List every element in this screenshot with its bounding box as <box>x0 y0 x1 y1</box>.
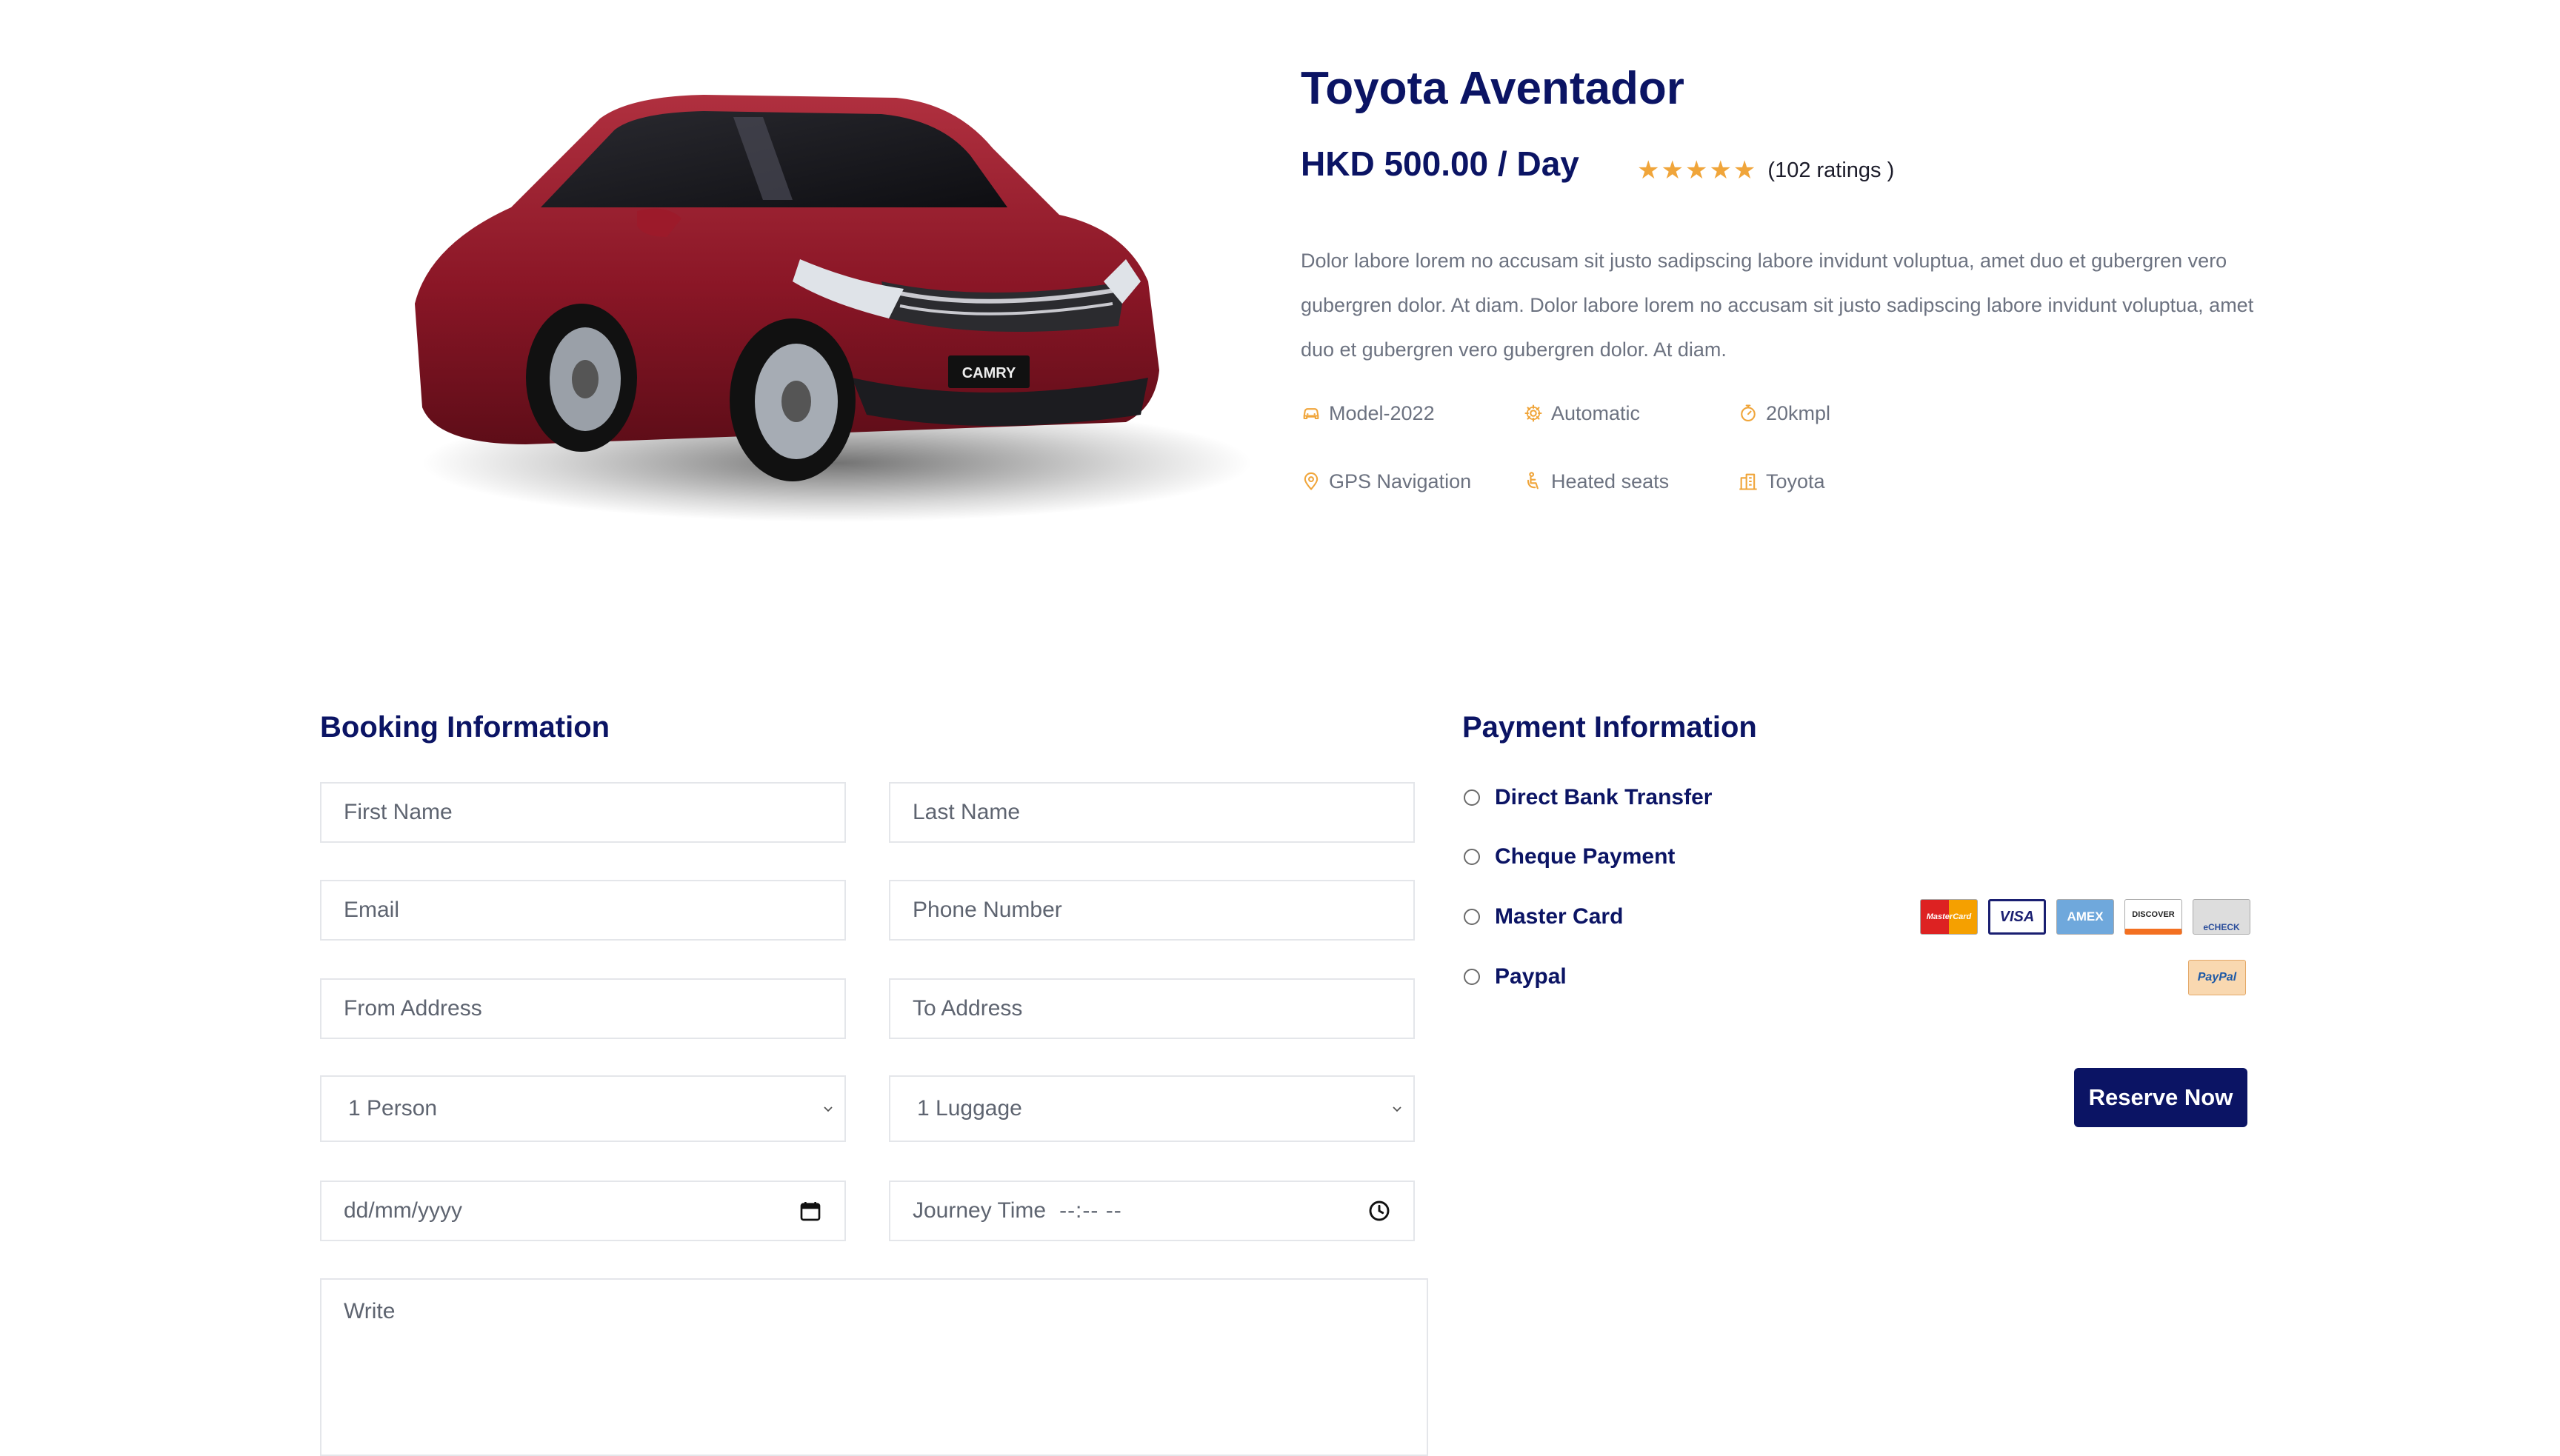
notes-textarea[interactable]: Write <box>320 1278 1428 1456</box>
notes-placeholder: Write <box>344 1299 396 1323</box>
to-address-field[interactable]: To Address <box>889 978 1415 1039</box>
license-plate-text: CAMRY <box>962 365 1016 381</box>
journey-date-field[interactable]: dd/mm/yyyy <box>320 1181 846 1241</box>
paypal-logo: PayPal <box>2188 960 2246 995</box>
feature-label: Heated seats <box>1551 470 1670 492</box>
rating: ★★★★★ (102 ratings ) <box>1637 156 1894 185</box>
seat-icon <box>1527 472 1539 490</box>
chevron-down-icon <box>1393 1106 1401 1112</box>
from-address-field[interactable]: From Address <box>320 978 846 1039</box>
payment-option-master-card[interactable]: Master Card <box>1464 904 1623 929</box>
feature-label: Model-2022 <box>1329 401 1435 424</box>
discover-logo: DISCOVER <box>2124 899 2182 935</box>
clock-icon[interactable] <box>1367 1199 1391 1223</box>
first-name-field[interactable]: First Name <box>320 782 846 843</box>
car-image: CAMRY <box>319 59 1267 548</box>
visa-logo: VISA <box>1988 899 2046 935</box>
feature-label: Automatic <box>1551 401 1641 424</box>
product-description: Dolor labore lorem no accusam sit justo … <box>1301 250 2254 361</box>
payment-option-cheque[interactable]: Cheque Payment <box>1464 844 1675 869</box>
building-icon <box>1739 473 1757 490</box>
feature-model: Model-2022 <box>1301 398 1523 428</box>
map-pin-icon <box>1304 472 1319 490</box>
radio-button[interactable] <box>1464 789 1480 806</box>
payment-option-paypal[interactable]: Paypal <box>1464 964 1567 989</box>
last-name-field[interactable]: Last Name <box>889 782 1415 843</box>
feature-brand: Toyota <box>1738 467 1960 496</box>
journey-time-label: Journey Time <box>913 1198 1047 1223</box>
luggage-select[interactable]: 1 Luggage <box>889 1075 1415 1142</box>
feature-heated-seats: Heated seats <box>1523 467 1738 496</box>
chevron-down-icon <box>824 1106 833 1112</box>
card-logos: MasterCard VISA AMEX DISCOVER eCHECK <box>1920 899 2250 935</box>
payment-option-label: Direct Bank Transfer <box>1495 785 1713 809</box>
star-rating-icons: ★★★★★ <box>1637 156 1758 184</box>
to-address-placeholder: To Address <box>913 996 1023 1021</box>
feature-gps: GPS Navigation <box>1301 467 1523 496</box>
payment-option-label: Cheque Payment <box>1495 844 1676 869</box>
feature-label: GPS Navigation <box>1329 470 1472 492</box>
calendar-icon[interactable] <box>799 1199 822 1223</box>
first-name-placeholder: First Name <box>344 800 453 824</box>
product-title: Toyota Aventador <box>1301 63 1684 114</box>
car-icon <box>1303 408 1319 420</box>
feature-label: Toyota <box>1766 470 1825 492</box>
echeck-logo: eCHECK <box>2193 899 2250 935</box>
radio-button[interactable] <box>1464 909 1480 925</box>
fuel-gauge-icon <box>1741 404 1756 421</box>
gear-icon <box>1524 404 1542 422</box>
radio-button[interactable] <box>1464 969 1480 985</box>
radio-button[interactable] <box>1464 849 1480 865</box>
persons-selected-value: 1 Person <box>348 1096 438 1121</box>
persons-select[interactable]: 1 Person <box>320 1075 846 1142</box>
last-name-placeholder: Last Name <box>913 800 1021 824</box>
journey-time-field[interactable]: Journey Time --:-- -- <box>889 1181 1415 1241</box>
payment-option-label: Master Card <box>1495 904 1624 929</box>
reserve-now-button[interactable]: Reserve Now <box>2074 1068 2247 1127</box>
payment-section-title: Payment Information <box>1462 711 1757 744</box>
phone-placeholder: Phone Number <box>913 898 1062 922</box>
email-field[interactable]: Email <box>320 880 846 941</box>
payment-option-label: Paypal <box>1495 964 1567 989</box>
phone-number-field[interactable]: Phone Number <box>889 880 1415 941</box>
mastercard-logo: MasterCard <box>1920 899 1978 935</box>
from-address-placeholder: From Address <box>344 996 482 1021</box>
email-placeholder: Email <box>344 898 400 922</box>
price-per-day: HKD 500.00 / Day <box>1301 144 1579 183</box>
date-placeholder: dd/mm/yyyy <box>344 1198 463 1223</box>
payment-option-bank-transfer[interactable]: Direct Bank Transfer <box>1464 785 1712 810</box>
feature-mileage: 20kmpl <box>1738 398 1960 428</box>
booking-section-title: Booking Information <box>320 711 610 744</box>
feature-list: Model-2022 Automatic 20kmpl GPS Navigati… <box>1301 398 1967 496</box>
amex-logo: AMEX <box>2056 899 2114 935</box>
time-placeholder: --:-- -- <box>1059 1198 1122 1223</box>
feature-transmission: Automatic <box>1523 398 1738 428</box>
ratings-count: (102 ratings ) <box>1767 158 1895 182</box>
feature-label: 20kmpl <box>1766 401 1831 424</box>
luggage-selected-value: 1 Luggage <box>917 1096 1022 1121</box>
